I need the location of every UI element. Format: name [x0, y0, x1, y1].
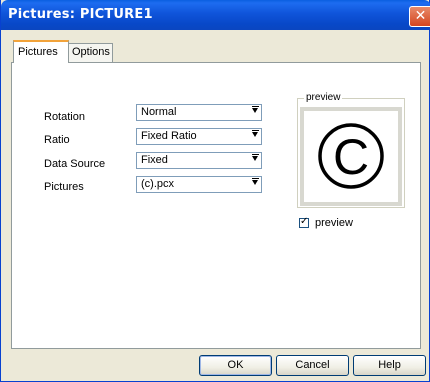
pictures-value: (c).pcx — [141, 178, 174, 190]
preview-group: preview C — [297, 92, 405, 208]
ratio-value: Fixed Ratio — [141, 130, 197, 142]
rotation-label: Rotation — [44, 111, 85, 123]
pictures-select[interactable]: (c).pcx — [136, 176, 262, 193]
rotation-select[interactable]: Normal — [136, 104, 262, 121]
close-icon: ✕ — [414, 8, 427, 24]
tab-options[interactable]: Options — [68, 43, 113, 62]
window-title: Pictures: PICTURE1 — [8, 7, 153, 22]
preview-image-box: C — [300, 107, 402, 206]
cancel-button-label: Cancel — [295, 359, 330, 371]
preview-checkbox[interactable]: ✓ — [299, 216, 309, 228]
cancel-button[interactable]: Cancel — [276, 355, 349, 376]
tab-panel: Rotation Normal Ratio Fixed Ratio Data S… — [11, 62, 421, 349]
tab-pictures[interactable]: Pictures — [13, 40, 69, 63]
help-button-label: Help — [378, 359, 401, 371]
pictures-label: Pictures — [44, 181, 84, 193]
ok-button[interactable]: OK — [199, 355, 272, 376]
help-button[interactable]: Help — [353, 355, 426, 376]
copyright-icon: C — [318, 123, 384, 189]
preview-group-label: preview — [304, 92, 343, 103]
chevron-down-icon[interactable] — [252, 154, 259, 161]
chevron-down-icon[interactable] — [252, 106, 259, 113]
chevron-down-icon[interactable] — [252, 178, 259, 185]
close-button[interactable]: ✕ — [409, 6, 430, 27]
tab-options-label: Options — [72, 46, 110, 58]
data-source-value: Fixed — [141, 154, 168, 166]
ratio-label: Ratio — [44, 134, 70, 146]
tab-pictures-label: Pictures — [18, 46, 58, 58]
data-source-label: Data Source — [44, 158, 106, 170]
title-bar[interactable]: Pictures: PICTURE1 ✕ — [1, 0, 430, 30]
ok-button-label: OK — [227, 359, 244, 371]
preview-checkbox-label[interactable]: preview — [315, 217, 353, 229]
rotation-value: Normal — [141, 106, 177, 118]
data-source-select[interactable]: Fixed — [136, 152, 262, 169]
checkmark-icon: ✓ — [300, 216, 309, 227]
copyright-letter: C — [333, 129, 369, 185]
ratio-select[interactable]: Fixed Ratio — [136, 128, 262, 145]
chevron-down-icon[interactable] — [252, 130, 259, 137]
dialog-window: Pictures: PICTURE1 ✕ Pictures Options Ro… — [0, 0, 430, 382]
